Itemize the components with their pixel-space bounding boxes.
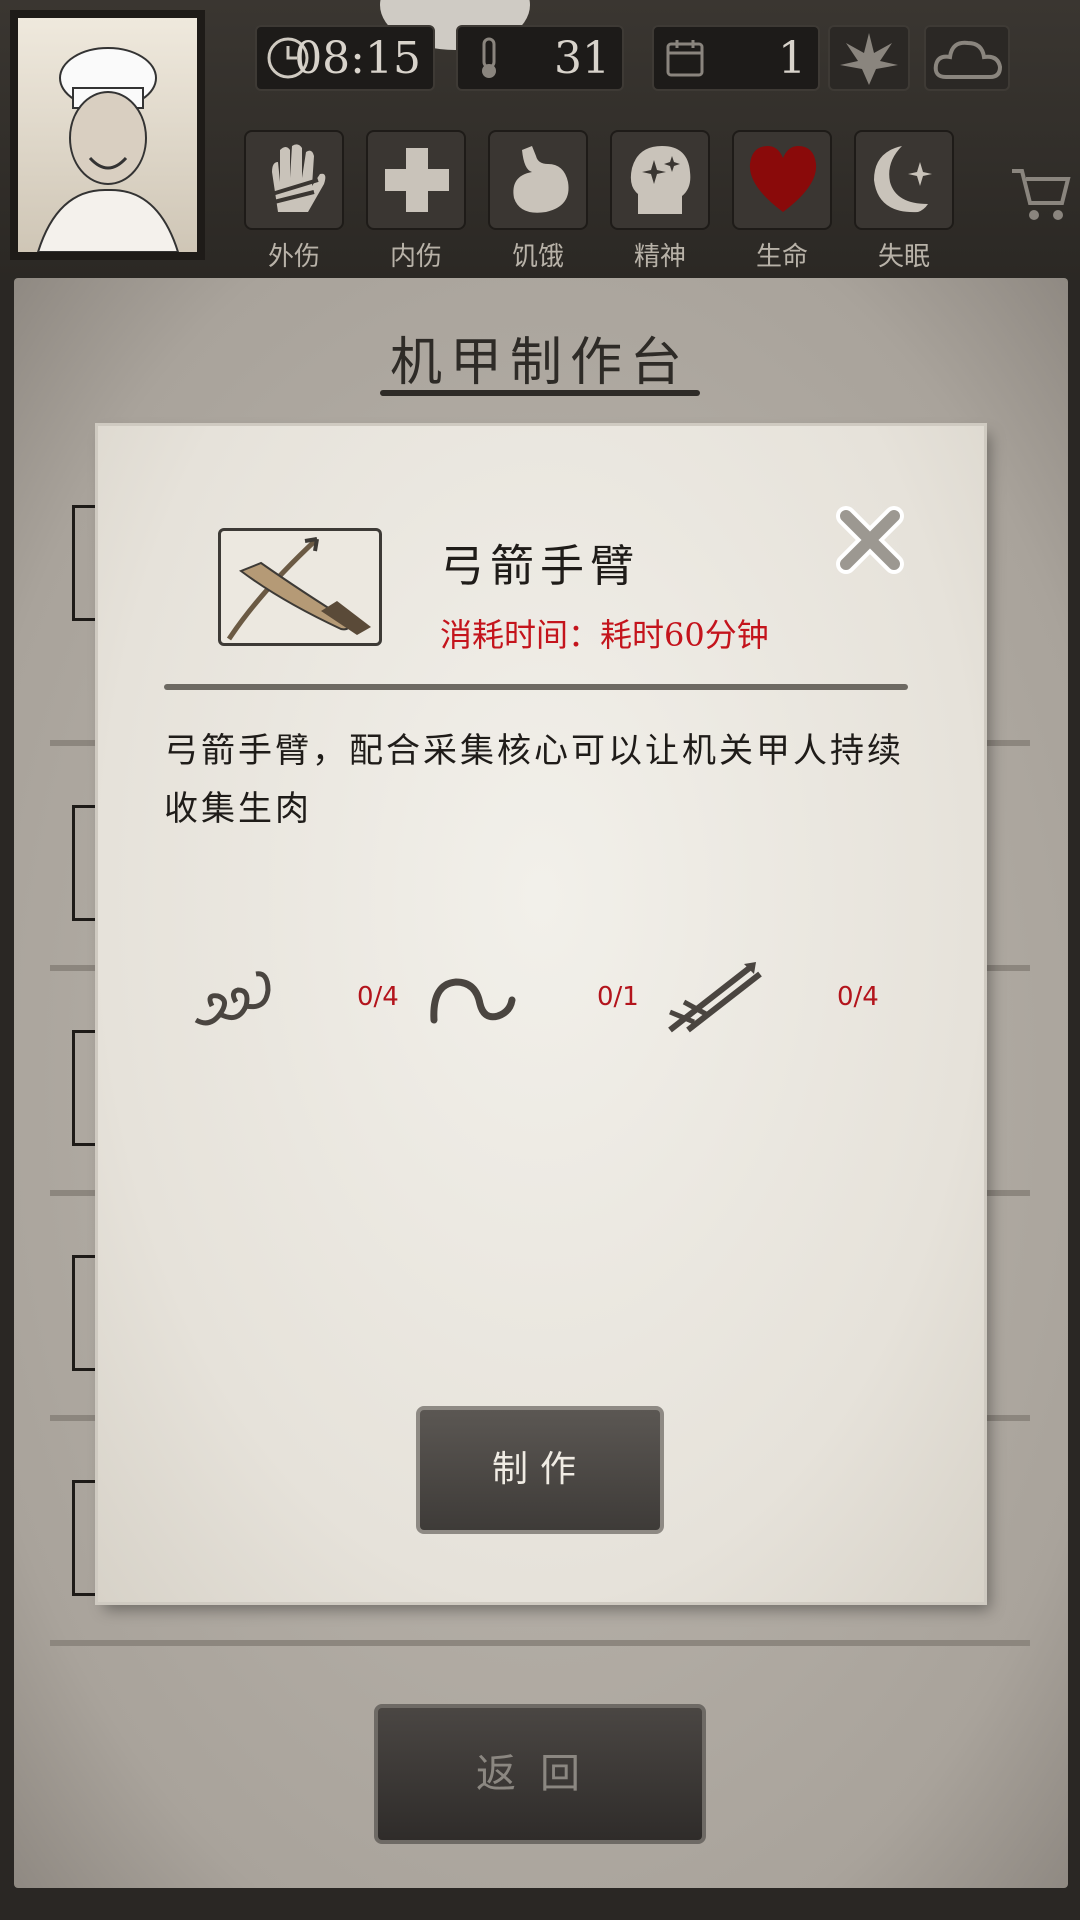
material-slot-2[interactable] (428, 970, 518, 1034)
day-value: 1 (778, 33, 806, 84)
status-spirit[interactable] (610, 130, 710, 230)
leaf-icon (840, 33, 898, 85)
calendar-icon (666, 40, 704, 77)
status-label-insomnia: 失眠 (877, 242, 930, 272)
item-description: 弓箭手臂，配合采集核心可以让机关甲人持续收集生肉 (164, 731, 904, 829)
material-slot-1[interactable] (190, 960, 274, 1038)
close-icon (836, 506, 904, 574)
day-display: 1 (652, 25, 820, 91)
item-image (218, 528, 382, 646)
head-sparkle-icon (630, 146, 691, 214)
time-display: 08:15 (255, 25, 435, 91)
status-label-internal: 内伤 (389, 242, 442, 272)
status-label-life: 生命 (755, 242, 808, 272)
spring-icon (194, 971, 271, 1026)
status-life[interactable] (732, 130, 832, 230)
status-internal-injury[interactable] (366, 130, 466, 230)
material-count-1: 0/4 (357, 982, 399, 1012)
thermometer-icon (482, 37, 496, 78)
moon-star-icon (874, 146, 932, 213)
back-button[interactable]: 返回 (374, 1704, 706, 1844)
arrows-icon (668, 962, 762, 1033)
material-slot-3[interactable] (664, 960, 762, 1038)
weather-indicator[interactable] (924, 25, 1010, 91)
item-time-cost: 消耗时间：耗时60分钟 (440, 616, 769, 654)
archer-arm-icon (226, 537, 371, 641)
temperature-value: 31 (554, 33, 610, 84)
material-count-3: 0/4 (837, 982, 879, 1012)
status-label-external: 外伤 (267, 242, 320, 272)
close-button[interactable] (832, 502, 908, 578)
time-value: 08:15 (294, 33, 421, 84)
status-external-injury[interactable] (244, 130, 344, 230)
list-divider (50, 1640, 1030, 1646)
player-avatar[interactable] (10, 10, 205, 260)
stomach-icon (513, 146, 569, 213)
status-insomnia[interactable] (854, 130, 954, 230)
page-title: 机甲制作台 (389, 333, 690, 393)
craft-button[interactable]: 制作 (416, 1406, 664, 1534)
status-hunger[interactable] (488, 130, 588, 230)
rope-icon (430, 978, 516, 1024)
season-indicator[interactable] (828, 25, 910, 91)
header-divider (164, 684, 908, 690)
cart-icon[interactable] (1010, 165, 1072, 223)
title-underline (380, 390, 700, 396)
item-name: 弓箭手臂 (440, 541, 640, 592)
hand-bandage-icon (271, 144, 326, 212)
cloud-icon (933, 40, 1003, 79)
material-count-2: 0/1 (597, 982, 639, 1012)
status-label-spirit: 精神 (633, 242, 686, 272)
temperature-display: 31 (456, 25, 624, 91)
heart-icon (749, 146, 817, 212)
cross-icon (385, 148, 449, 212)
status-label-hunger: 饥饿 (511, 242, 564, 272)
